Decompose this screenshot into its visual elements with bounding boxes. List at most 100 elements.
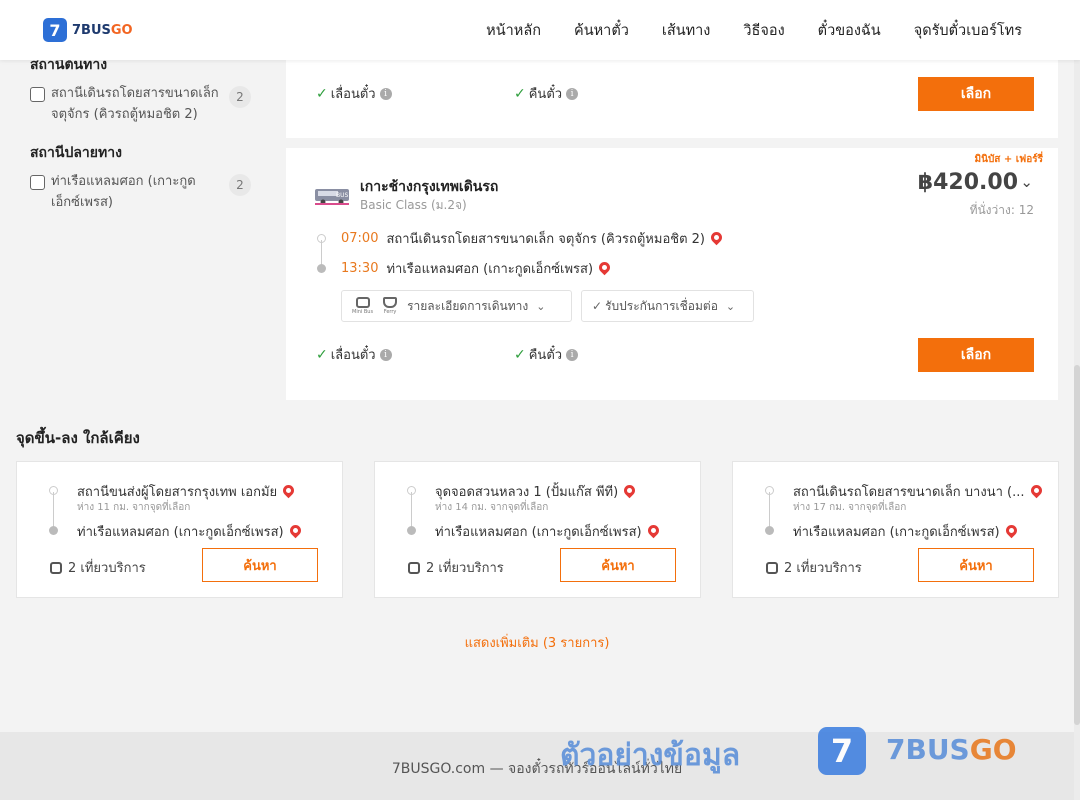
check-icon: ✓: [592, 299, 603, 313]
nearby-section-title: จุดขึ้น-ลง ใกล้เคียง: [16, 429, 140, 447]
to-dot: [407, 526, 416, 535]
info-icon[interactable]: i: [379, 348, 392, 361]
map-pin-icon[interactable]: [280, 482, 297, 499]
logo-text: 7BUSGO: [72, 22, 133, 38]
filter-option[interactable]: ท่าเรือแหลมศอก (เกาะกูดเอ็กซ์เพรส) 2: [30, 174, 255, 213]
page-scrollbar[interactable]: [1074, 0, 1080, 800]
nearby-to: ท่าเรือแหลมศอก (เกาะกูดเอ็กซ์เพรส): [793, 521, 1019, 542]
filter-count-badge: 2: [229, 86, 251, 108]
watermark-logo-mark: 7: [818, 727, 866, 775]
nearby-to: ท่าเรือแหลมศอก (เกาะกูดเอ็กซ์เพรส): [435, 521, 661, 542]
map-pin-icon[interactable]: [287, 522, 303, 539]
check-icon: ✓: [514, 85, 526, 102]
filter-checkbox[interactable]: [30, 175, 45, 190]
connection-guarantee-toggle[interactable]: ✓ รับประกันการเชื่อมต่อ ⌄: [581, 290, 754, 322]
filter-option-label: ท่าเรือแหลมศอก (เกาะกูดเอ็กซ์เพรส): [51, 174, 196, 210]
arrival-dot: [317, 264, 326, 273]
operator-logo: BUS: [315, 189, 349, 205]
arrival-time: 13:30: [341, 261, 379, 276]
arrival-station: ท่าเรือแหลมศอก (เกาะกูดเอ็กซ์เพรส): [386, 262, 594, 277]
watermark-brand: 7BUSGO: [886, 733, 1017, 766]
bus-icon: [50, 561, 62, 574]
nearby-trips: 2 เที่ยวบริการ: [50, 557, 146, 578]
main-nav: หน้าหลัก ค้นหาตั๋ว เส้นทาง วิธีจอง ตั๋วข…: [453, 19, 1022, 42]
map-pin-icon[interactable]: [708, 229, 725, 246]
map-pin-icon[interactable]: [1028, 482, 1044, 499]
nav-home[interactable]: หน้าหลัก: [486, 19, 541, 42]
watermark-text: ตัวอย่างข้อมูล: [560, 738, 741, 773]
nearby-trips: 2 เที่ยวบริการ: [766, 557, 862, 578]
to-dot: [49, 526, 58, 535]
map-pin-icon[interactable]: [621, 482, 638, 499]
destination-filter: สถานีปลายทาง ท่าเรือแหลมศอก (เกาะกูดเอ็ก…: [30, 142, 255, 213]
nav-ticket-pickup[interactable]: จุดรับตั๋วเบอร์โทร: [914, 19, 1022, 42]
trip-details-toggle[interactable]: Mini Bus Ferry รายละเอียดการเดินทาง ⌄: [341, 290, 572, 322]
scrollbar-thumb[interactable]: [1074, 365, 1080, 725]
map-pin-icon[interactable]: [1003, 522, 1019, 539]
chevron-down-icon: ⌄: [536, 299, 546, 313]
info-icon[interactable]: i: [566, 348, 579, 361]
nearby-search-button[interactable]: ค้นหา: [202, 548, 318, 582]
ferry-icon: Ferry: [383, 297, 398, 315]
chevron-down-icon[interactable]: ⌄: [1020, 173, 1033, 191]
connection-guarantee-label: รับประกันการเชื่อมต่อ: [605, 298, 718, 313]
nav-how-to-book[interactable]: วิธีจอง: [743, 19, 784, 42]
filter-option-label: สถานีเดินรถโดยสารขนาดเล็ก จตุจักร (คิวรถ…: [51, 86, 219, 122]
nearby-distance: ห่าง 11 กม. จากจุดที่เลือก: [77, 502, 191, 513]
bus-icon: [408, 561, 420, 574]
select-trip-button[interactable]: เลือก: [918, 77, 1034, 111]
nav-my-tickets[interactable]: ตั๋วของฉัน: [818, 19, 881, 42]
filter-option[interactable]: สถานีเดินรถโดยสารขนาดเล็ก จตุจักร (คิวรถ…: [30, 86, 255, 125]
nearby-from: จุดจอดสวนหลวง 1 (ปั้มแก๊ส พีที): [435, 481, 638, 502]
seats-available: ที่นั่งว่าง: 12: [969, 203, 1034, 217]
departure-time: 07:00: [341, 231, 379, 246]
reschedule-feature: ✓ เลื่อนตั๋ว i: [316, 344, 392, 365]
filter-count-badge: 2: [229, 174, 251, 196]
operator-name: เกาะช้างกรุงเทพเดินรถ: [360, 179, 499, 195]
top-header: 7 7BUSGO หน้าหลัก ค้นหาตั๋ว เส้นทาง วิธี…: [0, 0, 1080, 60]
minibus-icon: Mini Bus: [352, 297, 373, 315]
timeline-line: [53, 492, 54, 528]
timeline-line: [769, 492, 770, 528]
check-icon: ✓: [316, 85, 328, 102]
timeline-line: [411, 492, 412, 528]
chevron-down-icon: ⌄: [725, 299, 736, 313]
map-pin-icon[interactable]: [596, 259, 613, 276]
logo-mark: 7: [43, 18, 67, 42]
nav-search-tickets[interactable]: ค้นหาตั๋ว: [574, 19, 629, 42]
ticket-price[interactable]: ฿420.00: [918, 170, 1018, 195]
destination-filter-title: สถานีปลายทาง: [30, 145, 122, 161]
trip-details-label: รายละเอียดการเดินทาง: [407, 298, 529, 313]
site-logo[interactable]: 7 7BUSGO: [43, 18, 133, 42]
check-icon: ✓: [514, 346, 526, 363]
trip-card: มินิบัส + เฟอร์รี่ BUS เกาะช้างกรุงเทพเด…: [286, 148, 1058, 400]
svg-text:BUS: BUS: [336, 192, 349, 199]
departure-station: สถานีเดินรถโดยสารขนาดเล็ก จตุจักร (คิวรถ…: [386, 232, 705, 247]
show-more-link[interactable]: แสดงเพิ่มเติม (3 รายการ): [0, 632, 1074, 653]
info-icon[interactable]: i: [379, 87, 392, 100]
refund-feature: ✓ คืนตั๋ว i: [514, 344, 579, 365]
nearby-search-button[interactable]: ค้นหา: [918, 548, 1034, 582]
seat-class: Basic Class (ม.2จ): [360, 198, 467, 212]
bus-icon: [766, 561, 778, 574]
check-icon: ✓: [316, 346, 328, 363]
timeline-line: [321, 240, 322, 266]
nearby-distance: ห่าง 14 กม. จากจุดที่เลือก: [435, 502, 549, 513]
nearby-to: ท่าเรือแหลมศอก (เกาะกูดเอ็กซ์เพรส): [77, 521, 303, 542]
info-icon[interactable]: i: [566, 87, 579, 100]
nearby-search-button[interactable]: ค้นหา: [560, 548, 676, 582]
to-dot: [765, 526, 774, 535]
nearby-from: สถานีเดินรถโดยสารขนาดเล็ก บางนา (...: [793, 481, 1044, 502]
nearby-route-card: สถานีเดินรถโดยสารขนาดเล็ก บางนา (... ห่า…: [732, 461, 1059, 598]
filter-checkbox[interactable]: [30, 87, 45, 102]
reschedule-feature: ✓ เลื่อนตั๋ว i: [316, 83, 392, 104]
nearby-from: สถานีขนส่งผู้โดยสารกรุงเทพ เอกมัย: [77, 481, 297, 502]
map-pin-icon[interactable]: [645, 522, 661, 539]
sample-watermark: ตัวอย่างข้อมูล 7 7BUSGO: [560, 727, 1030, 780]
select-trip-button[interactable]: เลือก: [918, 338, 1034, 372]
refund-feature: ✓ คืนตั๋ว i: [514, 83, 579, 104]
nearby-trips: 2 เที่ยวบริการ: [408, 557, 504, 578]
arrival-row: 13:30 ท่าเรือแหลมศอก (เกาะกูดเอ็กซ์เพรส): [341, 258, 613, 279]
nav-routes[interactable]: เส้นทาง: [662, 19, 711, 42]
nearby-route-card: จุดจอดสวนหลวง 1 (ปั้มแก๊ส พีที) ห่าง 14 …: [374, 461, 701, 598]
